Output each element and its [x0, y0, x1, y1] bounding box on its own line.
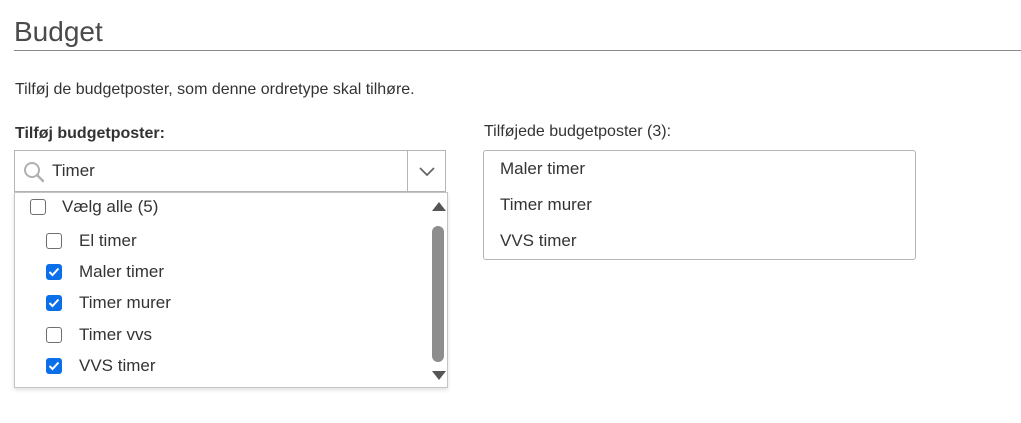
select-all-checkbox[interactable]: [30, 199, 46, 215]
added-budget-items-list: Maler timer Timer murer VVS timer: [483, 150, 916, 260]
search-icon: [24, 162, 45, 183]
chevron-down-icon: [418, 167, 435, 177]
option-checkbox[interactable]: [46, 295, 62, 311]
page-title: Budget: [14, 16, 103, 47]
option-checkbox[interactable]: [46, 327, 62, 343]
checkmark-icon: [48, 267, 60, 277]
scroll-down-arrow-icon[interactable]: [432, 371, 446, 380]
scroll-thumb[interactable]: [432, 226, 444, 362]
list-item-vvs-timer[interactable]: VVS timer: [46, 352, 156, 380]
list-item-maler-timer[interactable]: Maler timer: [46, 258, 164, 286]
option-label: Timer murer: [79, 293, 171, 312]
option-checkbox[interactable]: [46, 264, 62, 280]
option-checkbox[interactable]: [46, 358, 62, 374]
checkmark-icon: [48, 361, 60, 371]
added-budget-items-label: Tilføjede budgetposter (3):: [484, 123, 672, 140]
list-item-el-timer[interactable]: El timer: [46, 227, 137, 255]
scroll-up-arrow-icon[interactable]: [432, 202, 446, 211]
added-item: VVS timer: [500, 231, 577, 250]
added-item: Maler timer: [500, 159, 586, 178]
select-all-option[interactable]: Vælg alle (5): [30, 193, 158, 221]
checkmark-icon: [48, 298, 60, 308]
option-checkbox[interactable]: [46, 233, 62, 249]
budget-item-dropdown-list: Vælg alle (5) El timer Maler timer Timer…: [14, 192, 448, 388]
search-input[interactable]: [52, 160, 402, 182]
list-item-timer-vvs[interactable]: Timer vvs: [46, 321, 152, 349]
option-label: Timer vvs: [79, 325, 153, 344]
option-label: VVS timer: [79, 356, 156, 375]
list-item-timer-murer[interactable]: Timer murer: [46, 289, 171, 317]
add-budget-items-label: Tilføj budgetposter:: [15, 125, 165, 142]
dropdown-scrollbar[interactable]: [429, 193, 447, 387]
added-item: Timer murer: [500, 195, 592, 214]
page-description: Tilføj de budgetposter, som denne ordret…: [15, 81, 415, 98]
option-label: El timer: [79, 231, 137, 250]
option-label: Maler timer: [79, 262, 165, 281]
title-divider: [14, 50, 1021, 51]
select-all-label: Vælg alle (5): [62, 197, 159, 216]
dropdown-toggle-button[interactable]: [407, 151, 445, 191]
budget-item-combobox[interactable]: [14, 150, 446, 192]
